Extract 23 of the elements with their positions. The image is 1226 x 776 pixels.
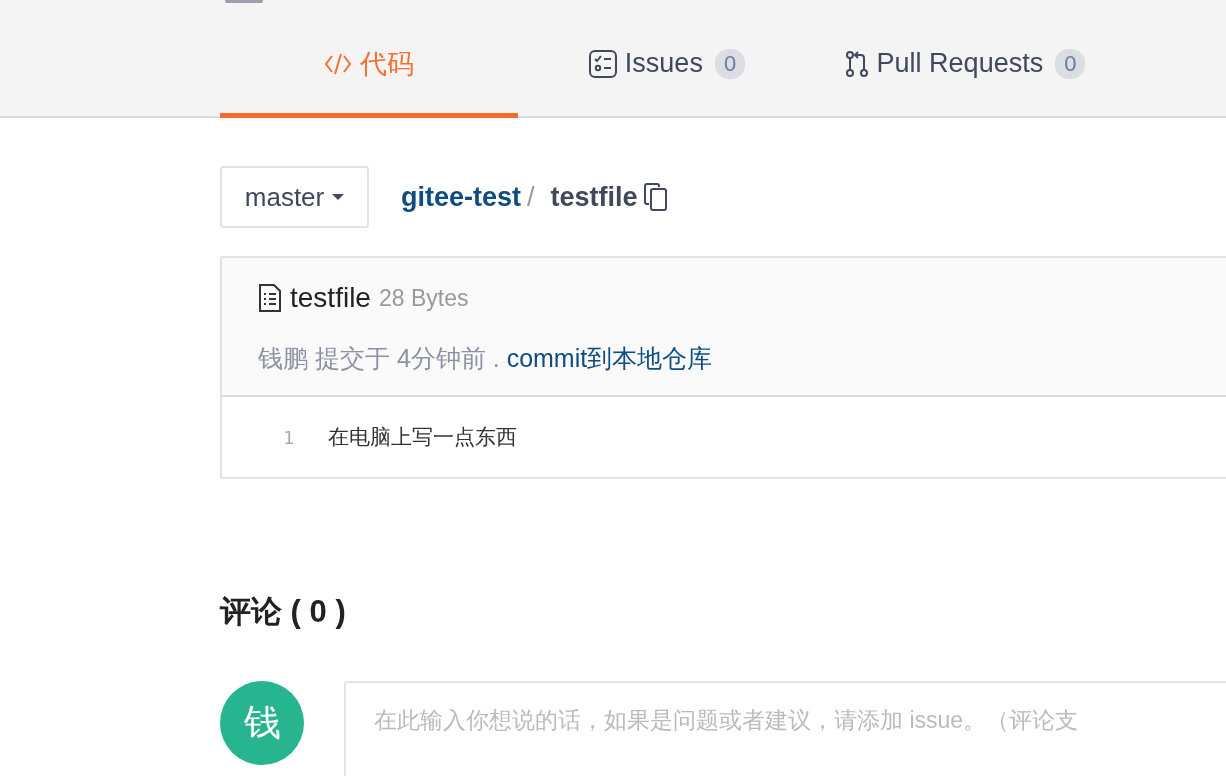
document-icon (258, 284, 282, 312)
commit-message-link[interactable]: commit到本地仓库 (506, 344, 713, 372)
file-size: 28 Bytes (378, 284, 469, 312)
file-name: testfile (550, 181, 638, 213)
avatar: 钱 (220, 681, 304, 765)
count-badge: 0 (1055, 48, 1086, 79)
comment-field[interactable]: 在此输入你想说的话，如果是问题或者建议，请添加 issue。（评论支 (344, 681, 1226, 776)
tab[interactable]: Issues 0 (518, 0, 816, 118)
pull-request-icon (844, 50, 869, 77)
path-separator: / (527, 181, 535, 213)
commit-info: 钱鹏 提交于 4分钟前 . (258, 344, 500, 372)
count-badge: 0 (714, 48, 746, 79)
line-number: 1 (282, 426, 294, 448)
copy-icon[interactable] (643, 183, 668, 211)
file-title: testfile (290, 282, 371, 314)
repo-link[interactable]: gitee-test (401, 181, 522, 213)
tab[interactable]: Pull Requests 0 (816, 0, 1114, 118)
caret-icon (332, 194, 345, 200)
checklist-icon (588, 49, 617, 78)
comments-heading: 评论 ( 0 ) (220, 593, 347, 631)
code-line: 在电脑上写一点东西 (328, 424, 517, 450)
branch-dropdown[interactable]: master (220, 166, 369, 228)
code-icon (324, 51, 352, 76)
